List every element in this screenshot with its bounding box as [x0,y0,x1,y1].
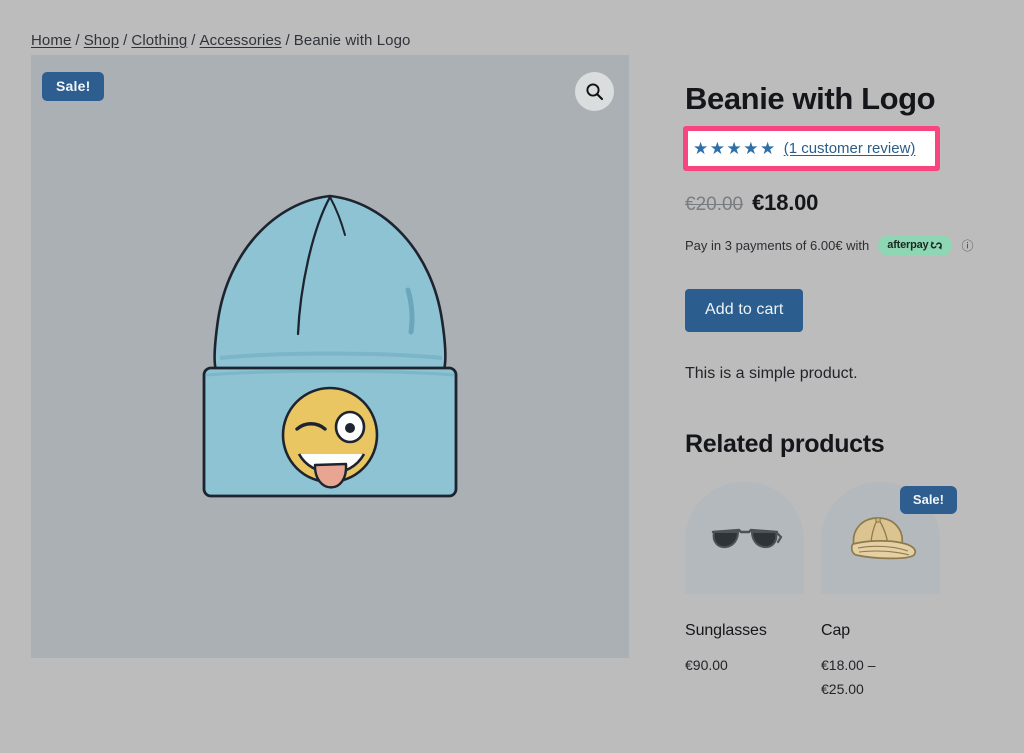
sunglasses-icon [711,528,782,549]
customer-review-link[interactable]: (1 customer review) [784,140,916,157]
related-product-image-sunglasses[interactable] [685,482,804,594]
installment-text: Pay in 3 payments of 6.00€ with [685,238,870,253]
installment-row: Pay in 3 payments of 6.00€ with afterpay… [685,235,974,256]
sale-badge: Sale! [42,72,105,101]
page-title: Beanie with Logo [685,81,936,116]
price-row: €20.00 €18.00 [685,190,818,216]
related-product-price: €90.00 [685,657,728,673]
related-products-heading: Related products [685,430,885,458]
related-product-image-cap[interactable]: Sale! [821,482,957,594]
related-sale-badge: Sale! [899,486,957,514]
related-product-card: Sunglasses €90.00 [685,482,804,702]
related-product-name[interactable]: Sunglasses [685,622,804,640]
rating-highlight-box: ★★★★★ (1 customer review) [683,126,940,171]
related-product-name[interactable]: Cap [821,622,940,640]
breadcrumb-separator: / [123,32,128,49]
zoom-image-button[interactable] [575,72,614,111]
product-summary: Beanie with Logo €20.00 €18.00 Pay in 3 … [685,81,1005,697]
star-rating: ★★★★★ [693,139,777,158]
related-product-price: €18.00 – €25.00 [821,654,940,702]
original-price: €20.00 [685,194,744,215]
related-products-grid: Sunglasses €90.00 Sale! Cap €18.00 – €25… [685,482,957,702]
breadcrumb-item-accessories[interactable]: Accessories [200,32,282,49]
breadcrumb-separator: / [75,32,80,49]
info-icon[interactable]: ⓘ [961,240,973,252]
afterpay-label: afterpay [887,239,929,251]
afterpay-logo-icon [931,240,943,250]
breadcrumb-item-clothing[interactable]: Clothing [131,32,187,49]
short-description: This is a simple product. [685,365,858,382]
afterpay-badge[interactable]: afterpay [878,235,953,256]
breadcrumb-separator: / [285,32,290,49]
main-product-image[interactable] [180,182,480,512]
product-gallery: Sale! [31,55,629,658]
breadcrumb-item-home[interactable]: Home [31,32,71,49]
cap-icon [850,517,916,560]
product-page: Home / Shop / Clothing / Accessories / Beanie wi… [0,0,1024,753]
search-icon [586,83,604,101]
add-to-cart-button[interactable]: Add to cart [685,289,804,332]
sale-price: €18.00 [752,190,819,215]
breadcrumb-item-shop[interactable]: Shop [84,32,119,49]
breadcrumb-separator: / [191,32,196,49]
related-product-price-line2: €25.00 [821,680,864,697]
related-product-price-line1: €18.00 – [821,657,876,673]
related-product-card: Sale! Cap €18.00 – €25.00 [821,482,957,702]
beanie-illustration [202,194,458,498]
breadcrumb-current: Beanie with Logo [293,32,411,49]
breadcrumb: Home / Shop / Clothing / Accessories / Beanie wi… [31,32,410,49]
